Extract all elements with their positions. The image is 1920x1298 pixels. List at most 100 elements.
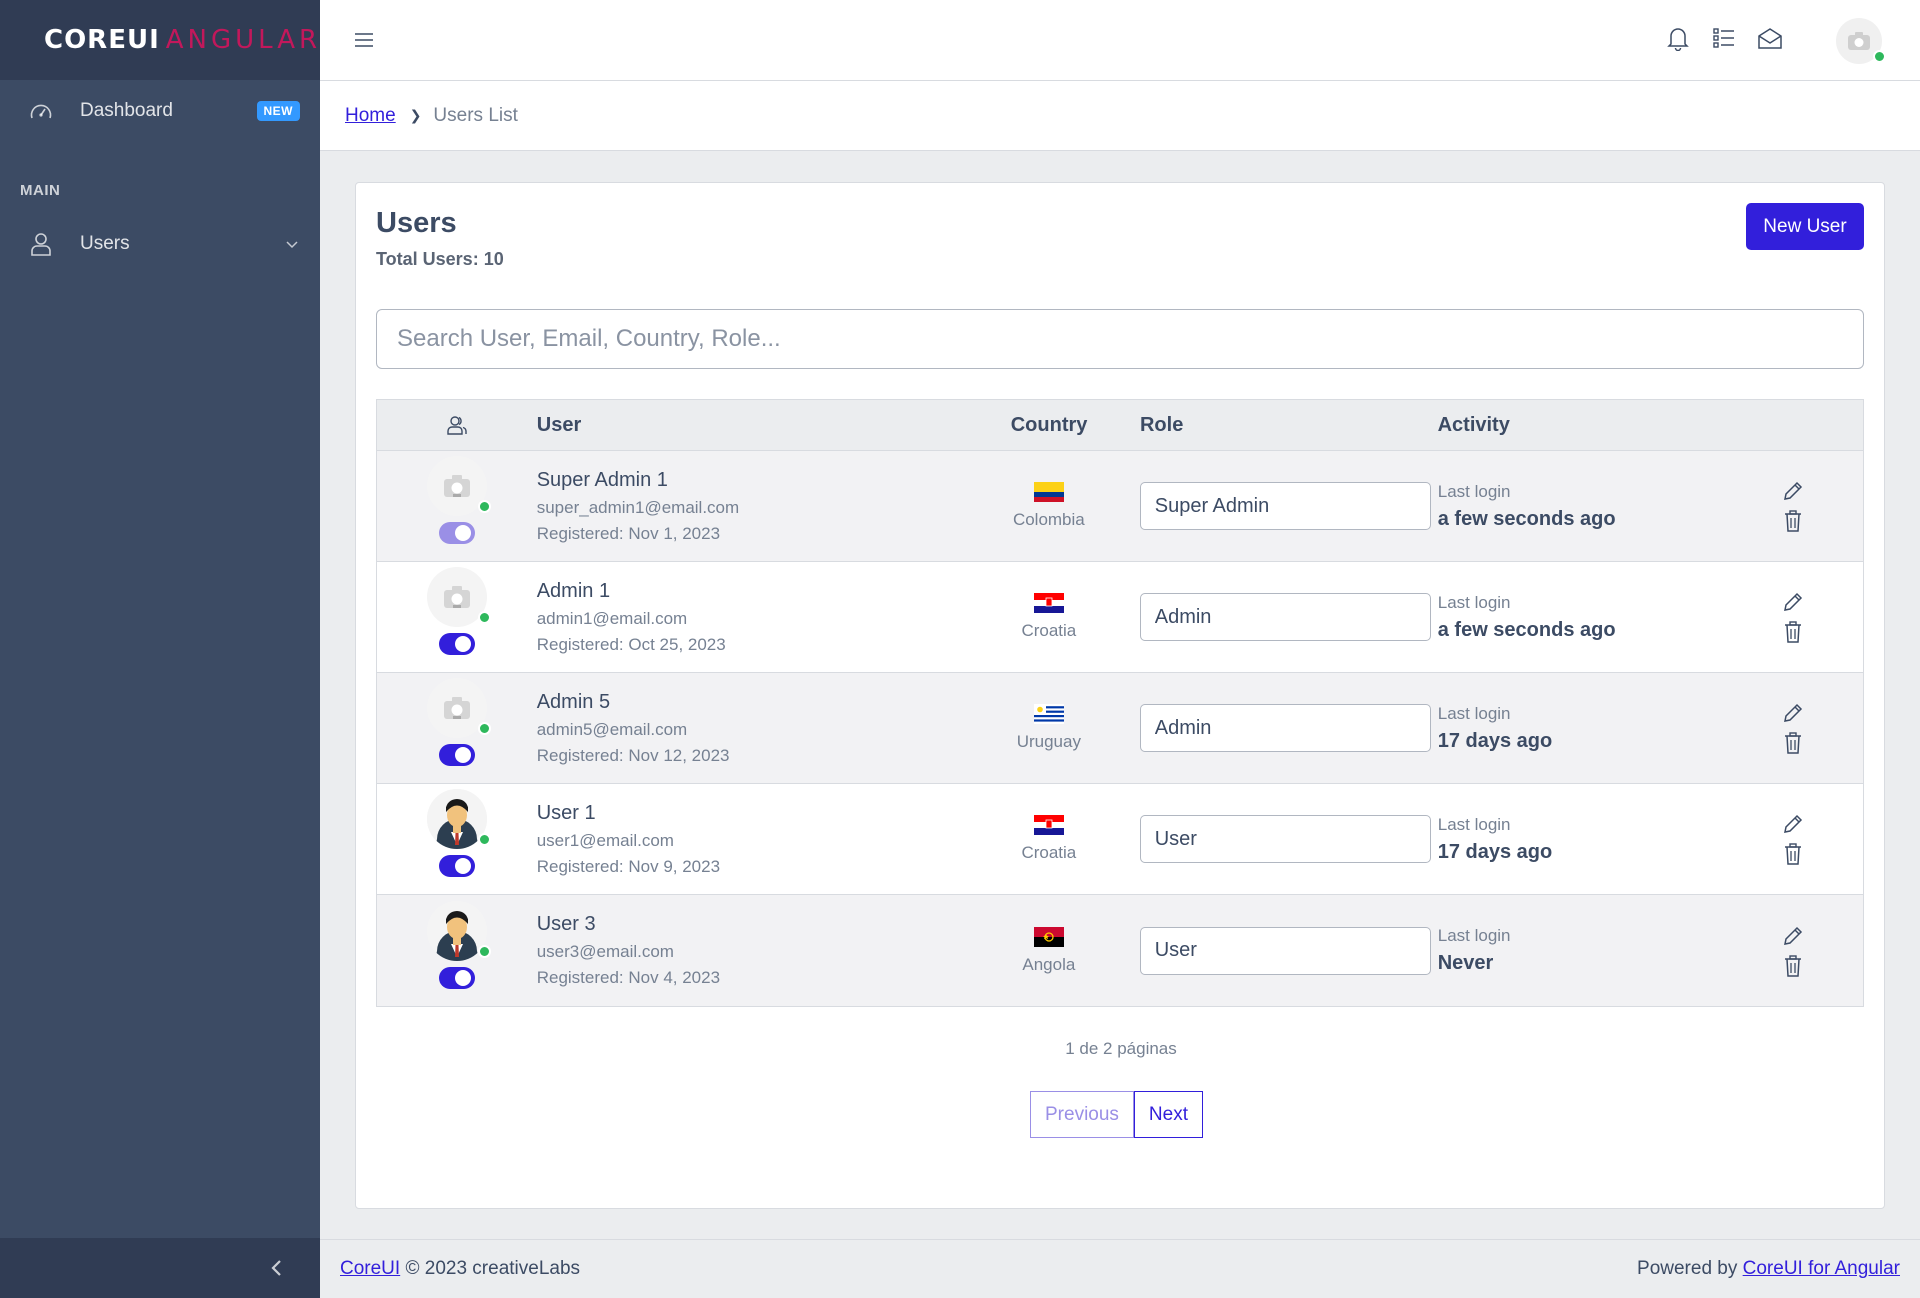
brand-suffix: ANGULAR [165,25,322,55]
active-toggle[interactable] [438,855,475,877]
table-row: Admin 5 admin5@email.com Registered: Nov… [377,673,1863,784]
user-email: user3@email.com [536,942,674,961]
online-status-dot [1873,50,1886,63]
active-toggle[interactable] [438,744,475,766]
camera-icon [443,475,470,497]
active-toggle[interactable] [438,522,475,544]
pencil-icon[interactable] [1781,812,1805,836]
new-badge: NEW [256,101,300,121]
footer-coreui-link[interactable]: CoreUI [340,1258,400,1279]
menu-icon[interactable] [352,28,376,52]
active-toggle[interactable] [438,633,475,655]
pencil-icon[interactable] [1781,924,1805,948]
chevron-down-icon[interactable] [284,236,300,252]
trash-icon[interactable] [1782,954,1804,978]
envelope-open-icon[interactable] [1756,24,1784,52]
sidebar: COREUI ANGULAR Dashboard NEW MAIN Users [0,0,320,1298]
users-table: User Country Role Activity Super Admin 1… [376,399,1864,1007]
croatia-flag-icon [1033,593,1064,613]
camera-icon [443,586,470,608]
pagination: Previous Next [1030,1091,1203,1138]
sidebar-item-dashboard[interactable]: Dashboard NEW [0,80,320,142]
country-name: Angola [1022,954,1076,974]
sidebar-item-users[interactable]: Users [0,213,320,275]
list-icon[interactable] [1710,24,1738,52]
total-users-count: Total Users: 10 [376,249,504,269]
footer: CoreUI © 2023 creativeLabs Powered by Co… [320,1239,1920,1298]
last-login-label: Last login [1437,481,1511,501]
next-page-button[interactable]: Next [1133,1091,1203,1138]
breadcrumb-home-link[interactable]: Home [345,105,396,127]
sidebar-toggler[interactable] [0,1238,320,1298]
column-header-user: User [536,413,582,436]
column-header-country: Country [1010,413,1088,436]
user-email: admin1@email.com [536,608,688,628]
last-login-value: 17 days ago [1437,729,1553,752]
page-title: Users [376,207,457,239]
previous-page-button[interactable]: Previous [1030,1091,1134,1138]
new-user-button[interactable]: New User [1746,203,1864,250]
last-login-value: Never [1437,952,1494,974]
speedometer-icon [28,98,54,124]
brand[interactable]: COREUI ANGULAR [0,0,320,80]
last-login-label: Last login [1437,703,1511,723]
pencil-icon[interactable] [1781,590,1805,614]
last-login-value: a few seconds ago [1437,507,1616,530]
header [320,0,1920,81]
angola-flag-icon [1033,926,1064,947]
user-registered: Registered: Nov 12, 2023 [536,745,730,765]
breadcrumb: Home ❯ Users List [320,81,1920,151]
country-name: Croatia [1021,843,1077,862]
user-registered: Registered: Oct 25, 2023 [536,634,726,654]
role-field[interactable] [1139,815,1431,863]
last-login-value: 17 days ago [1437,840,1553,863]
online-status-dot [477,833,491,846]
colombia-flag-icon [1033,482,1064,502]
breadcrumb-separator-icon: ❯ [409,107,422,123]
breadcrumb-current: Users List [433,104,518,126]
footer-powered-by: Powered by [1637,1258,1738,1279]
trash-icon[interactable] [1782,731,1804,755]
role-field[interactable] [1139,482,1431,530]
table-row: Super Admin 1 super_admin1@email.com Reg… [377,451,1863,562]
sidebar-item-label: Dashboard [80,100,173,121]
country-name: Croatia [1021,621,1077,640]
bell-icon[interactable] [1664,24,1692,52]
user-email: user1@email.com [536,830,674,850]
trash-icon[interactable] [1782,842,1804,866]
table-row: Admin 1 admin1@email.com Registered: Oct… [377,562,1863,673]
users-icon [447,416,467,435]
nav-section-title: MAIN [20,182,61,199]
table-row: User 1 user1@email.com Registered: Nov 9… [377,784,1863,895]
online-status-dot [477,944,491,958]
user-email: admin5@email.com [536,719,688,739]
role-field[interactable] [1139,704,1431,752]
table-row: User 3 user3@email.com Registered: Nov 4… [377,895,1863,1006]
pencil-icon[interactable] [1781,479,1805,503]
user-icon [28,231,54,257]
role-field[interactable] [1139,926,1431,975]
trash-icon[interactable] [1782,620,1804,644]
user-name: Admin 5 [536,690,611,713]
user-name: Super Admin 1 [536,468,668,491]
table-header: User Country Role Activity [377,400,1863,451]
trash-icon[interactable] [1782,509,1804,533]
user-name: User 1 [536,801,596,824]
user-name: User 3 [536,913,596,935]
online-status-dot [477,722,491,735]
user-name: Admin 1 [536,579,611,602]
user-email: super_admin1@email.com [536,497,740,517]
active-toggle[interactable] [438,966,475,989]
brand-name: COREUI [44,25,160,55]
avatar[interactable] [1836,18,1886,64]
last-login-label: Last login [1437,926,1511,945]
chevron-left-icon [271,1260,281,1276]
role-field[interactable] [1139,593,1431,641]
last-login-label: Last login [1437,592,1511,612]
croatia-flag-icon [1033,815,1064,835]
country-name: Colombia [1012,510,1085,529]
user-registered: Registered: Nov 1, 2023 [536,523,721,543]
pencil-icon[interactable] [1781,701,1805,725]
footer-coreui-angular-link[interactable]: CoreUI for Angular [1743,1258,1900,1279]
search-input[interactable] [376,309,1864,369]
